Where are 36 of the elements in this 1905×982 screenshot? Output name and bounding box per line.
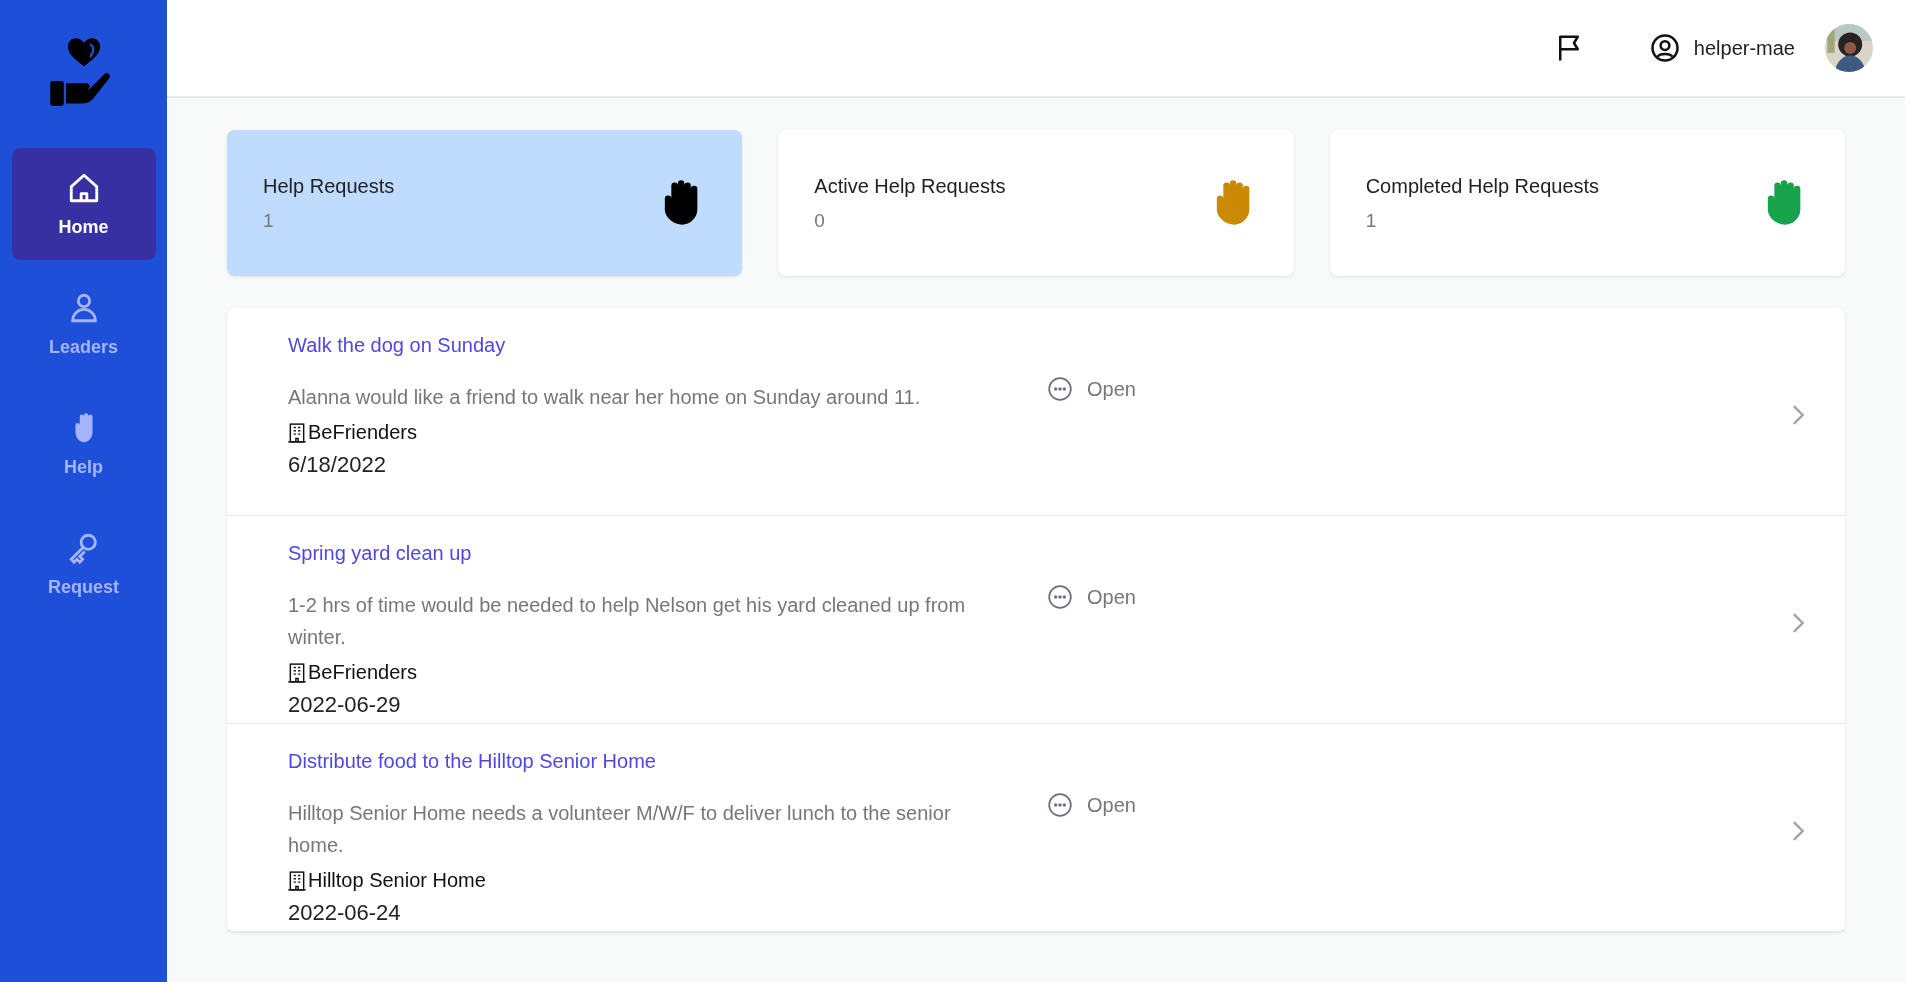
status-label: Open <box>1087 793 1136 817</box>
request-date: 6/18/2022 <box>288 452 387 478</box>
nav-item[interactable]: Home <box>11 148 156 260</box>
stat-card[interactable]: Completed Help Requests 1 <box>1329 130 1845 276</box>
more-circle-icon <box>1047 584 1073 610</box>
stat-count: 1 <box>1365 209 1378 232</box>
request-title[interactable]: Walk the dog on Sunday <box>288 334 1008 357</box>
user-circle-icon <box>1649 33 1680 63</box>
organization-name: BeFrienders <box>308 421 417 444</box>
request-title[interactable]: Spring yard clean up <box>288 542 1008 565</box>
stat-title: Help Requests <box>263 174 395 198</box>
stat-card[interactable]: Help Requests 1 <box>227 130 743 276</box>
request-description: 1-2 hrs of time would be needed to help Nelson get his yard cleaned up from winter. <box>288 593 967 650</box>
organization-name: BeFrienders <box>308 661 417 684</box>
request-title[interactable]: Distribute food to the Hilltop Senior Home <box>288 750 1008 773</box>
stat-title: Active Help Requests <box>814 174 1006 198</box>
building-icon <box>288 870 306 891</box>
request-description: Alanna would like a friend to walk near her home on Sunday around 11. <box>288 385 922 410</box>
stat-card[interactable]: Active Help Requests 0 <box>778 130 1294 276</box>
status-label: Open <box>1087 585 1136 609</box>
organization-name: Hilltop Senior Home <box>308 869 486 892</box>
request-row[interactable]: Distribute food to the Hilltop Senior Home Hilltop Senior Home needs a volunteer M/W/F to deliver lunch to the senior home. Hilltop Senior Home 2022-06-24 Open <box>227 724 1845 932</box>
request-row[interactable]: Walk the dog on Sunday Alanna would like a friend to walk near her home on Sunday around 11. BeFrienders 6/18/2022 Open <box>227 308 1845 516</box>
stat-count: 1 <box>263 209 275 232</box>
request-date: 2022-06-24 <box>288 900 402 926</box>
stat-count: 0 <box>814 209 826 232</box>
request-date: 2022-06-29 <box>288 692 402 718</box>
status-label: Open <box>1087 377 1136 401</box>
username[interactable]: helper-mae <box>1693 36 1795 60</box>
request-row[interactable]: Spring yard clean up 1-2 hrs of time would be needed to help Nelson get his yard cleaned up from winter. BeFrienders 2022-06-29 Open <box>227 516 1845 724</box>
more-circle-icon <box>1047 792 1073 818</box>
more-circle-icon <box>1047 376 1073 402</box>
stat-title: Completed Help Requests <box>1365 174 1600 198</box>
request-description: Hilltop Senior Home needs a volunteer M/W/F to deliver lunch to the senior home. <box>288 801 952 858</box>
building-icon <box>288 662 306 683</box>
building-icon <box>288 422 306 443</box>
